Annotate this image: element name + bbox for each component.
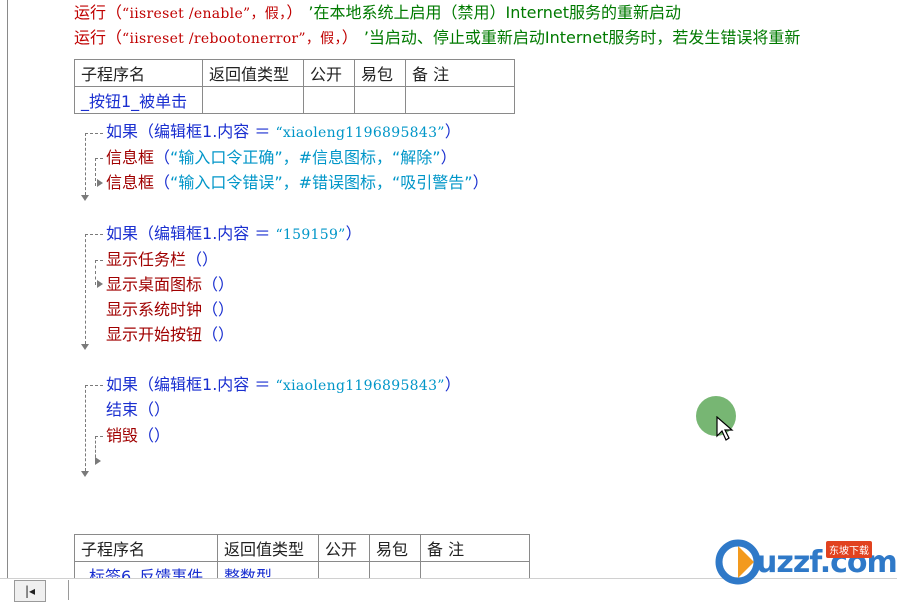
call-args: （） [186,250,219,269]
if-line-3[interactable]: 如果（编辑框1.内容 ＝ “xiaoleng1196895843”） [106,374,461,396]
if-cond-prefix: （编辑框1.内容 ＝ [138,375,276,394]
paren-open: （ [154,148,171,167]
if-cond-prefix: （编辑框1.内容 ＝ [138,224,276,243]
run-keyword: 运行 [74,28,107,47]
statement-line[interactable]: 信息框（“输入口令正确”，#信息图标，“解除”） [106,147,457,169]
statement-line[interactable]: 结束（） [106,399,170,421]
call-args: “输入口令错误”，#错误图标，“吸引警告” [170,173,473,192]
paren-close: ） [286,3,295,22]
flow-arrow-down [81,471,89,477]
code-comment-2: ’当启动、停止或重新启动Internet服务时，若发生错误将重新 [363,28,801,47]
header-cell: 易包 [369,534,421,562]
table-row[interactable]: _按钮1_被单击 [74,86,515,114]
call-name: 显示桌面图标 [106,275,203,294]
call-name: 显示开始按钮 [106,325,203,344]
call-name: 显示系统时钟 [106,300,203,319]
uzzf-logo-icon [715,539,761,585]
flow-arrow-down [81,195,89,201]
return-type-cell[interactable] [202,86,304,114]
call-name: 显示任务栏 [106,250,187,269]
if-keyword: 如果 [106,224,139,243]
if-keyword: 如果 [106,122,139,141]
flow-arrow-right [95,457,101,465]
header-cell: 返回值类型 [217,534,319,562]
if-line-2[interactable]: 如果（编辑框1.内容 ＝ “159159”） [106,223,362,245]
header-cell: 返回值类型 [202,59,304,87]
header-cell: 易包 [354,59,406,87]
paren-close: ） [472,173,489,192]
horizontal-scroll-bar[interactable] [0,578,897,602]
flow-line [95,158,96,186]
remark-cell[interactable] [405,86,515,114]
flow-line [95,436,103,437]
call-args: （） [202,325,235,344]
run-args: “iisreset /rebootonerror”，假， [122,31,342,47]
header-cell: 备 注 [420,534,530,562]
header-cell: 公开 [303,59,355,87]
call-name: 结束 [106,400,139,419]
if-cond-suffix: ） [345,224,362,243]
flow-arrow-down [81,344,89,350]
call-name: 信息框 [106,173,155,192]
call-args: （） [202,300,235,319]
paren-close: ） [440,148,457,167]
header-cell: 公开 [318,534,370,562]
table-header-row: 子程序名 返回值类型 公开 易包 备 注 [74,59,515,87]
flow-arrow-right [97,280,103,288]
if-line-1[interactable]: 如果（编辑框1.内容 ＝ “xiaoleng1196895843”） [106,121,461,143]
call-args: “输入口令正确”，#信息图标，“解除” [170,148,441,167]
flow-line [95,158,103,159]
table-header-row: 子程序名 返回值类型 公开 易包 备 注 [74,534,530,562]
if-keyword: 如果 [106,375,139,394]
paren-open: （ [154,173,171,192]
statement-line[interactable]: 显示任务栏（） [106,249,218,271]
flow-line [85,133,103,134]
run-keyword: 运行 [74,3,107,22]
flow-arrow-right [97,179,103,187]
call-args: （） [202,275,235,294]
public-cell[interactable] [303,86,355,114]
flow-line [85,133,86,195]
statement-line[interactable]: 销毁（） [106,425,170,447]
statement-line[interactable]: 显示系统时钟（） [106,299,234,321]
flow-line [85,234,86,344]
call-args: （） [138,400,171,419]
if-cond-prefix: （编辑框1.内容 ＝ [138,122,276,141]
code-editor: 运行（“iisreset /enable”，假，） ’在本地系统上启用（禁用）In… [0,0,897,602]
subroutine-name-cell[interactable]: _按钮1_被单击 [74,86,203,114]
subroutine-table-1: 子程序名 返回值类型 公开 易包 备 注 _按钮1_被单击 [74,59,515,114]
statement-line[interactable]: 显示开始按钮（） [106,324,234,346]
paren-open: （ [106,28,123,47]
flow-line [85,234,103,235]
flow-line [95,260,103,261]
statement-line[interactable]: 信息框（“输入口令错误”，#错误图标，“吸引警告”） [106,172,489,194]
statement-line[interactable]: 显示桌面图标（） [106,274,234,296]
run-args: “iisreset /enable”，假， [122,6,287,22]
paren-close: ） [341,28,350,47]
if-cond-value: “xiaoleng1196895843” [275,125,445,141]
flow-line [95,260,96,285]
code-line-2[interactable]: 运行（“iisreset /rebootonerror”，假，） ’当启动、停止或… [74,27,800,49]
call-name: 信息框 [106,148,155,167]
if-cond-suffix: ） [444,122,461,141]
if-cond-value: “159159” [275,227,346,243]
flow-line [85,385,103,386]
if-cond-value: “xiaoleng1196895843” [275,378,445,394]
call-name: 销毁 [106,426,139,445]
if-cond-suffix: ） [444,375,461,394]
code-line-1[interactable]: 运行（“iisreset /enable”，假，） ’在本地系统上启用（禁用）In… [74,2,681,24]
header-cell: 子程序名 [74,534,218,562]
call-args: （） [138,426,171,445]
code-comment-1: ’在本地系统上启用（禁用）Internet服务的重新启动 [308,3,682,22]
flow-line [85,385,86,471]
paren-open: （ [106,3,123,22]
mouse-pointer-icon [716,416,734,441]
editor-left-border [7,0,8,578]
logo-badge: 东坡下载 [826,541,872,558]
header-cell: 子程序名 [74,59,203,87]
scroll-left-button[interactable]: |◂ [14,580,46,602]
header-cell: 备 注 [405,59,515,87]
scroll-divider [68,580,69,600]
package-cell[interactable] [354,86,406,114]
